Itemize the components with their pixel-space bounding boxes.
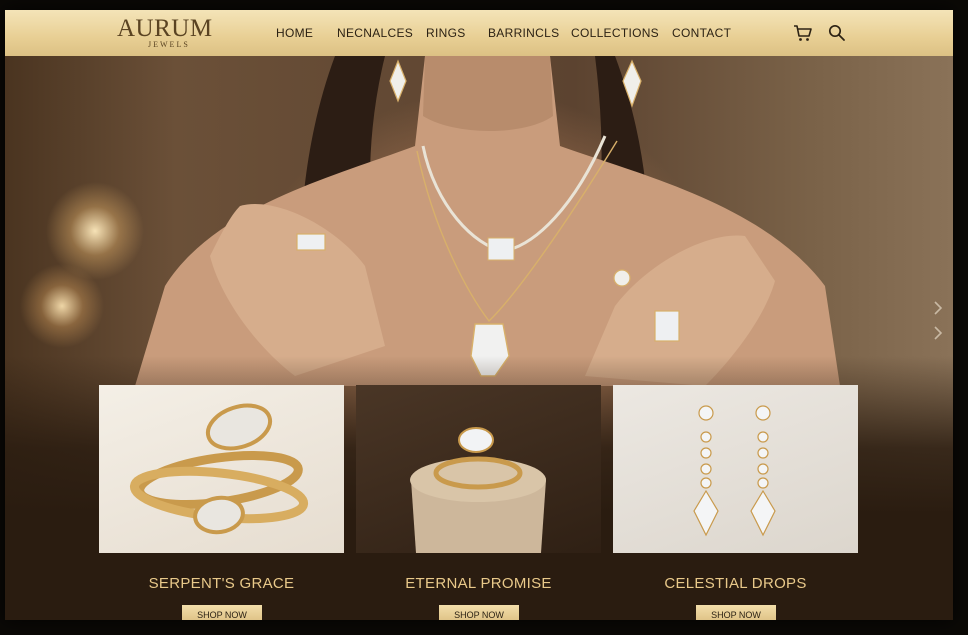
chevron-right-icon[interactable] — [931, 325, 945, 341]
brand-logo[interactable]: AURUM JEWELS — [117, 15, 217, 51]
brand-tagline: JEWELS — [148, 40, 190, 49]
browser-viewport: AURUM JEWELS HOME NECNALCES RINGS BARRIN… — [5, 10, 953, 620]
product-title: CELESTIAL DROPS — [664, 575, 807, 592]
shop-now-button[interactable]: SHOP NOW — [439, 605, 519, 620]
search-icon[interactable] — [827, 23, 847, 43]
nav-item-rings[interactable]: RINGS — [426, 26, 466, 40]
product-title: ETERNAL PROMISE — [405, 575, 552, 592]
serpent-ring-image[interactable] — [99, 385, 344, 553]
cart-icon[interactable] — [793, 23, 813, 43]
product-card[interactable]: ETERNAL PROMISE SHOP NOW — [356, 385, 601, 620]
nav-item-collections[interactable]: COLLECTIONS — [571, 26, 659, 40]
brand-name: AURUM — [117, 15, 213, 42]
nav-item-contact[interactable]: CONTACT — [672, 26, 731, 40]
shop-now-button[interactable]: SHOP NOW — [182, 605, 262, 620]
chevron-right-icon[interactable] — [931, 300, 945, 316]
drop-earrings-image[interactable] — [613, 385, 858, 553]
top-navbar: AURUM JEWELS HOME NECNALCES RINGS BARRIN… — [5, 10, 953, 56]
product-card[interactable]: SERPENT'S GRACE SHOP NOW — [99, 385, 344, 620]
product-title: SERPENT'S GRACE — [148, 575, 295, 592]
product-card[interactable]: CELESTIAL DROPS SHOP NOW — [613, 385, 858, 620]
solitaire-ring-image[interactable] — [356, 385, 601, 553]
nav-item-necklaces[interactable]: NECNALCES — [337, 26, 413, 40]
shop-now-button[interactable]: SHOP NOW — [696, 605, 776, 620]
nav-item-home[interactable]: HOME — [276, 26, 313, 40]
nav-item-earrings[interactable]: BARRINCLS — [488, 26, 559, 40]
